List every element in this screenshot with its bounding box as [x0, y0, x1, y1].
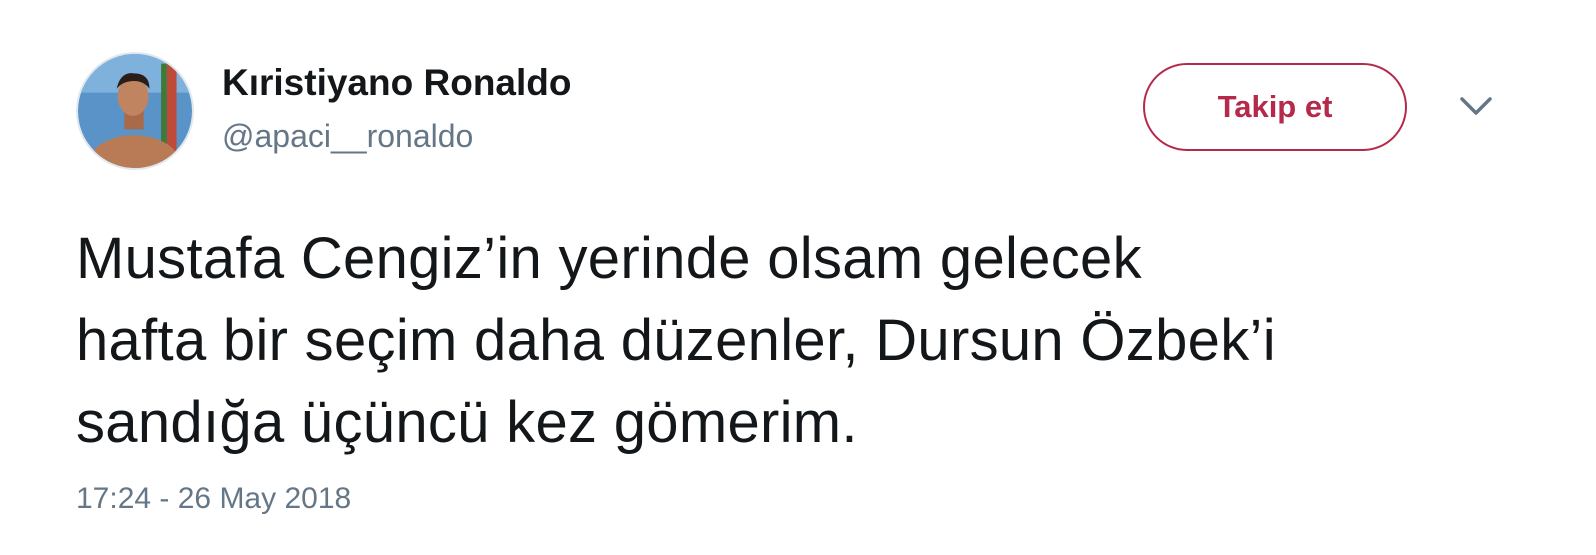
chevron-down-icon[interactable] — [1458, 94, 1494, 118]
tweet-timestamp[interactable]: 17:24 - 26 May 2018 — [76, 482, 351, 516]
user-handle[interactable]: @apaci__ronaldo — [222, 118, 473, 155]
tweet-text-line: sandığa üçüncü kez gömerim. — [76, 390, 858, 455]
tweet-text-line: hafta bir seçim daha düzenler, Dursun Öz… — [76, 308, 1276, 373]
follow-button[interactable]: Takip et — [1143, 63, 1407, 151]
tweet-card: Kıristiyano Ronaldo @apaci__ronaldo Taki… — [0, 0, 1596, 555]
display-name[interactable]: Kıristiyano Ronaldo — [222, 62, 571, 104]
tweet-text-line: Mustafa Cengiz’in yerinde olsam gelecek — [76, 226, 1142, 291]
avatar-image — [78, 54, 192, 168]
avatar[interactable] — [76, 52, 194, 170]
tweet-text: Mustafa Cengiz’in yerinde olsam gelecek … — [76, 218, 1546, 464]
